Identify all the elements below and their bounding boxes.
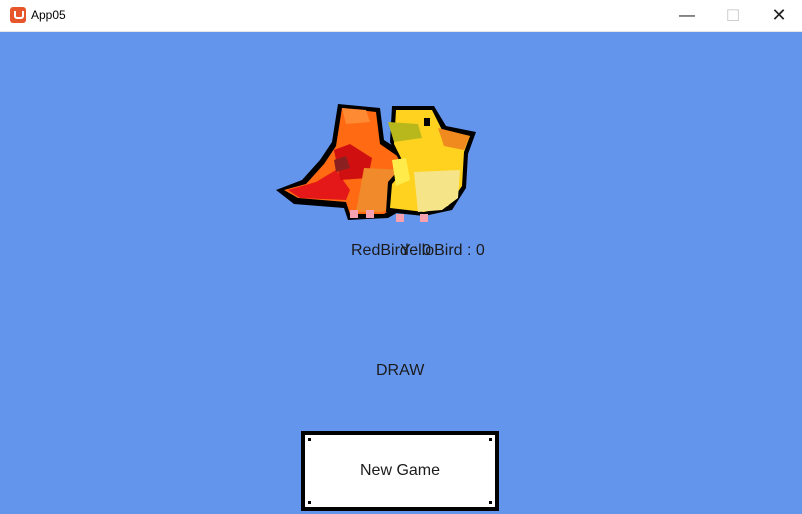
close-button[interactable]: ✕	[756, 0, 802, 31]
corner-dot	[489, 501, 492, 504]
game-result-text: DRAW	[376, 362, 425, 379]
window-title: App05	[31, 8, 66, 22]
yellow-bird-sprite	[386, 106, 476, 222]
app-logo-icon	[10, 7, 26, 23]
corner-dot	[489, 438, 492, 441]
new-game-label: New Game	[359, 462, 441, 479]
new-game-button[interactable]: New Game	[301, 431, 499, 511]
maximize-button[interactable]: ☐	[710, 0, 756, 31]
title-bar: App05 — ☐ ✕	[0, 0, 802, 32]
corner-dot	[308, 501, 311, 504]
yellow-bird-score: YelloBird : 0	[400, 242, 485, 259]
corner-dot	[308, 438, 311, 441]
minimize-button[interactable]: —	[664, 0, 710, 31]
